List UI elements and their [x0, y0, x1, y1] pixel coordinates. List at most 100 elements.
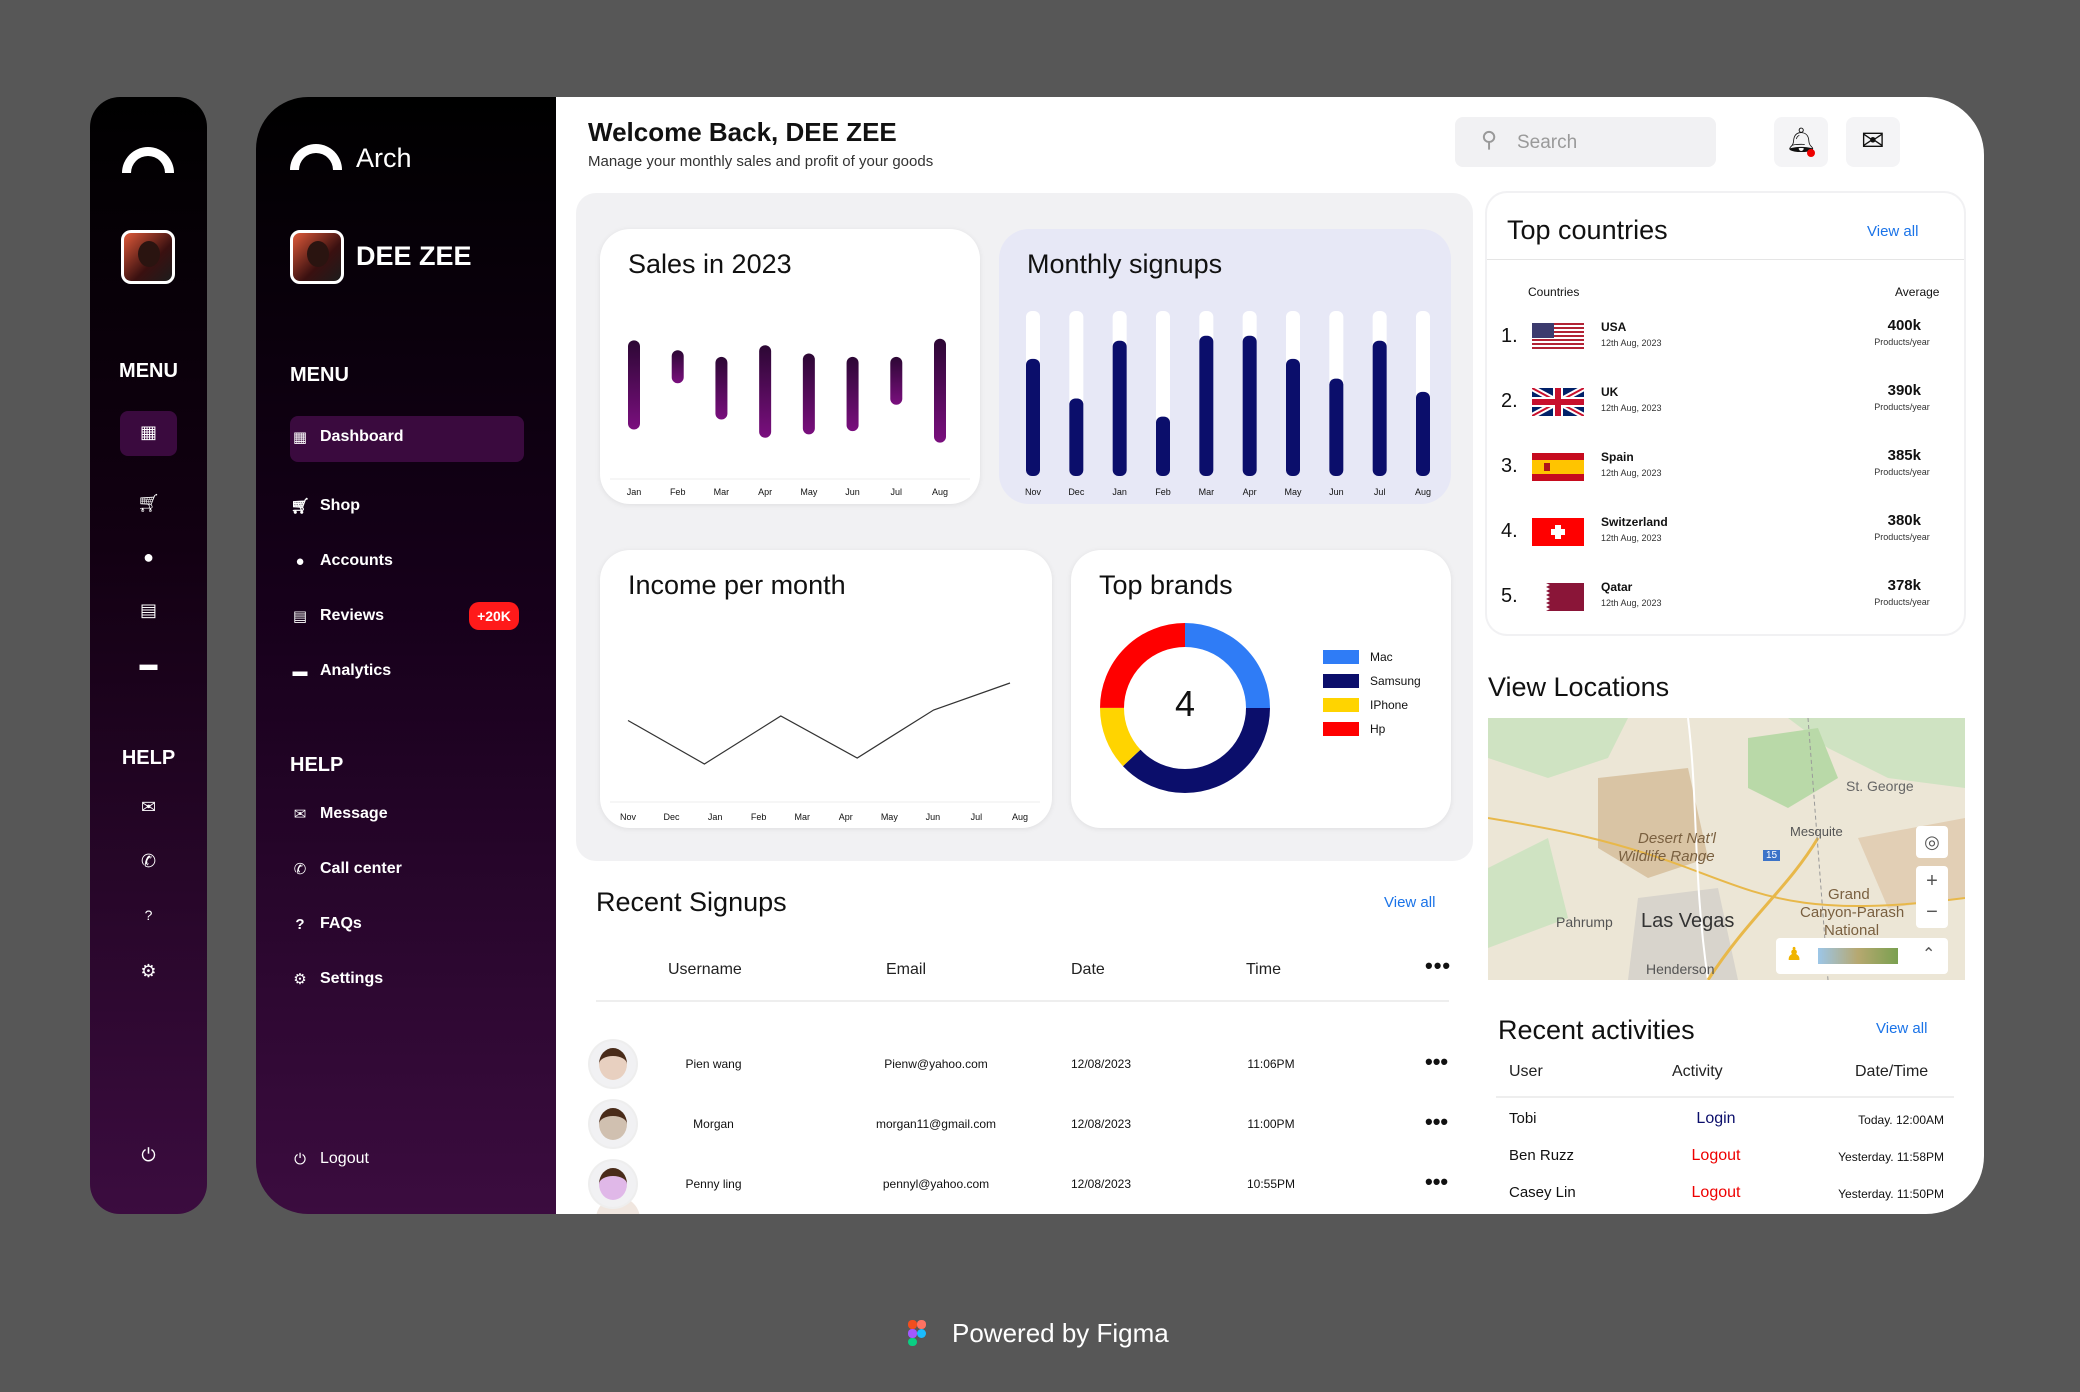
signup-date: 12/08/2023	[1070, 1057, 1132, 1071]
avatar[interactable]	[121, 230, 175, 284]
country-date: 12th Aug, 2023	[1601, 403, 1662, 413]
signups-view-all-link[interactable]: View all	[1384, 894, 1435, 911]
chat-icon[interactable]: ▤	[129, 600, 169, 621]
user-icon[interactable]: ●	[129, 547, 169, 568]
tick-label: Jun	[845, 487, 860, 497]
sidebar-item-faqs[interactable]: ? FAQs	[290, 915, 362, 933]
map-layer-thumbnails[interactable]	[1818, 948, 1898, 964]
sidebar-item-reviews[interactable]: ▤ Reviews	[290, 607, 384, 625]
bar	[1069, 398, 1084, 476]
country-unit: Products/year	[1874, 402, 1930, 412]
more-icon[interactable]: •••	[1425, 953, 1451, 979]
mail-icon: ✉	[293, 806, 307, 823]
gear-icon[interactable]: ⚙	[129, 961, 169, 982]
figma-logo-svg	[908, 1320, 926, 1346]
power-icon[interactable]: ⏻	[129, 1145, 169, 1166]
phone-icon[interactable]: ✆	[129, 851, 169, 872]
mini-sidebar: MENU ▦ 🛒︎ ● ▤ ▬ HELP ✉ ✆ ? ⚙ ⏻	[90, 97, 207, 1214]
sidebar-item-message[interactable]: ✉ Message	[290, 805, 388, 823]
sidebar-item-accounts[interactable]: ● Accounts	[290, 552, 393, 570]
locate-icon[interactable]: ◎	[1916, 826, 1948, 858]
tick-label: Nov	[1024, 487, 1041, 497]
legend-label: IPhone	[1370, 698, 1409, 712]
question-icon: ?	[295, 915, 305, 933]
bar	[715, 356, 728, 420]
chat-icon: ▤	[292, 608, 308, 625]
th-time: Time	[1246, 961, 1281, 978]
top-countries-card: Top countries View all Countries Average…	[1487, 193, 1964, 634]
zoom-out-button[interactable]: −	[1916, 897, 1948, 928]
signups-table-title: Recent Signups	[596, 887, 787, 917]
search-box[interactable]: ⚲ Search	[1455, 117, 1716, 167]
sidebar-item-call-center[interactable]: ✆ Call center	[290, 860, 402, 878]
phone-icon: ✆	[293, 861, 307, 878]
legend-label: Mac	[1370, 650, 1393, 664]
divider	[1496, 1096, 1954, 1098]
bar	[1156, 416, 1170, 476]
activities-view-all-link[interactable]: View all	[1876, 1020, 1927, 1037]
sidebar-item-shop[interactable]: 🛒︎ Shop	[290, 497, 360, 515]
more-icon[interactable]: •••	[1425, 1169, 1448, 1195]
bar	[890, 356, 903, 405]
activity-user: Casey Lin	[1509, 1184, 1576, 1201]
tick-label: Mar	[794, 812, 810, 822]
bell-icon[interactable]: 🔔︎	[1774, 117, 1828, 167]
country-date: 12th Aug, 2023	[1601, 468, 1662, 478]
sidebar-item-settings[interactable]: ⚙ Settings	[290, 970, 383, 988]
more-icon[interactable]: •••	[1425, 1049, 1448, 1075]
countries-view-all-link[interactable]: View all	[1867, 223, 1918, 240]
sidebar-item-label: FAQs	[320, 915, 362, 932]
activity-type[interactable]: Logout	[1656, 1184, 1776, 1202]
divider	[596, 1000, 1449, 1002]
more-icon[interactable]: •••	[1425, 1109, 1448, 1135]
chevron-up-icon[interactable]: ⌃	[1922, 944, 1935, 964]
logout-label: Logout	[320, 1150, 369, 1167]
col-countries: Countries	[1528, 285, 1580, 299]
mail-icon[interactable]: ✉	[129, 797, 169, 818]
bar	[759, 345, 772, 438]
signup-date: 12/08/2023	[1070, 1117, 1132, 1131]
avatar[interactable]	[290, 230, 344, 284]
sidebar-item-label: Shop	[320, 497, 360, 514]
sidebar-item-label: Accounts	[320, 552, 393, 569]
country-value: 385k	[1887, 447, 1921, 464]
cart-icon[interactable]: 🛒︎	[129, 493, 169, 514]
country-rank: 4.	[1501, 520, 1518, 542]
bar	[671, 350, 684, 384]
cart-icon: 🛒︎	[290, 498, 310, 515]
tick-label: May	[800, 487, 818, 497]
legend-label: Hp	[1370, 722, 1386, 736]
zoom-in-button[interactable]: +	[1916, 866, 1948, 897]
country-name: Spain	[1601, 450, 1634, 464]
bar	[628, 340, 640, 430]
tick-label: Nov	[619, 812, 636, 822]
tick-label: Apr	[838, 812, 853, 822]
map[interactable]: St. George Mesquite Desert Nat'l Wildlif…	[1488, 718, 1965, 980]
brands-card: Top brands 4 Mac Samsung IPhone Hp	[1071, 550, 1451, 828]
country-rank: 2.	[1501, 390, 1518, 412]
sidebar-item-label: Call center	[320, 860, 402, 877]
sidebar-item-label: Reviews	[320, 607, 385, 624]
map-label-wildlife: Wildlife Range	[1618, 848, 1715, 865]
activity-type[interactable]: Login	[1656, 1110, 1776, 1128]
mini-menu-title: MENU	[119, 360, 178, 382]
sidebar-item-analytics[interactable]: ▬ Analytics	[290, 662, 392, 680]
search-input[interactable]: Search	[1517, 132, 1577, 154]
mail-icon[interactable]: ✉	[1846, 117, 1900, 167]
country-date: 12th Aug, 2023	[1601, 533, 1662, 543]
brands-title: Top brands	[1099, 570, 1233, 600]
menu-title: MENU	[290, 364, 349, 386]
signup-username: Penny ling	[685, 1177, 742, 1191]
grid-icon: ▦	[292, 429, 308, 446]
country-unit: Products/year	[1874, 337, 1930, 347]
signups-chart	[1026, 311, 1430, 476]
country-value: 380k	[1887, 512, 1921, 529]
map-layer-bar[interactable]: ♟ ⌃	[1776, 938, 1948, 974]
folder-icon[interactable]: ▬	[129, 654, 169, 675]
logout-button[interactable]: ⏻ Logout	[290, 1150, 369, 1168]
question-icon[interactable]: ?	[129, 907, 169, 923]
sidebar-item-dashboard[interactable]: ▦ Dashboard	[290, 428, 404, 446]
activity-type[interactable]: Logout	[1656, 1147, 1776, 1165]
search-icon: ⚲	[1481, 127, 1498, 152]
pegman-icon[interactable]: ♟	[1786, 944, 1802, 965]
